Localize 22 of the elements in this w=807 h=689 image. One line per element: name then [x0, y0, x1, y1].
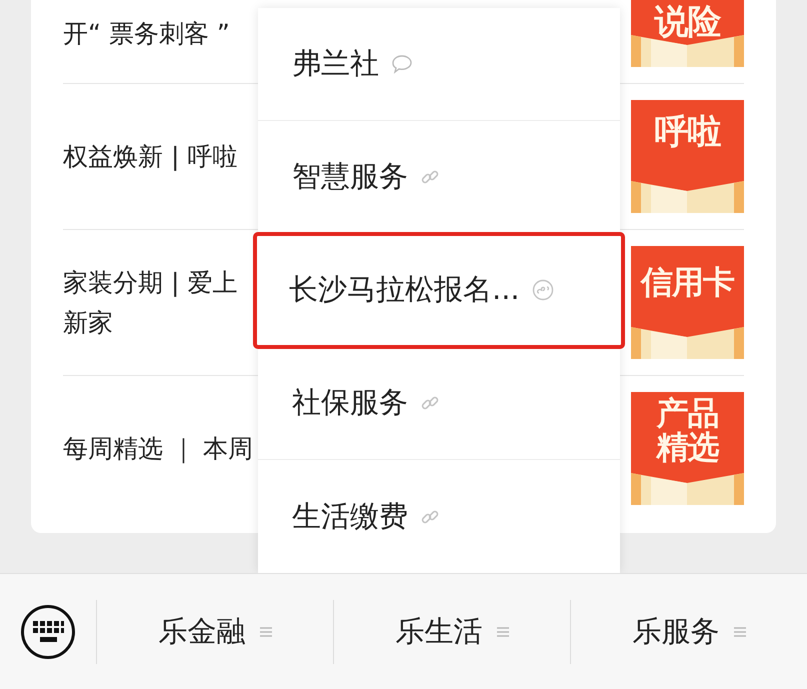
thumbnail-label: 产品精选 [655, 396, 720, 464]
menu-tab[interactable]: 乐生活 [333, 600, 570, 664]
menu-tab[interactable]: 乐金融 [96, 600, 333, 664]
thumbnail-label: 呼啦 [654, 114, 722, 150]
menu-item[interactable]: 社保服务 [258, 347, 620, 460]
menu-tab[interactable]: 乐服务 [570, 600, 807, 664]
keyboard-icon[interactable] [20, 604, 76, 660]
menu-item[interactable]: 弗兰社 [258, 8, 620, 121]
menu-icon [260, 626, 272, 638]
thumbnail-label: 信用卡 [639, 264, 736, 300]
menu-icon [496, 626, 508, 638]
menu-icon [734, 626, 746, 638]
thumbnail-label: 说险 [653, 4, 722, 40]
article-title[interactable]: 家装分期 | 爱上 新家 [63, 262, 238, 342]
chat-bubble-icon [391, 54, 413, 74]
menu-item[interactable]: 智慧服务 [258, 121, 620, 234]
mini-program-icon [532, 279, 554, 301]
article-title[interactable]: 每周精选 ｜ 本周 [63, 428, 253, 468]
menu-item[interactable]: 长沙马拉松报名... [255, 234, 623, 347]
article-title[interactable]: 权益焕新 | 呼啦 [63, 136, 238, 176]
article-title[interactable]: 开“ 票务刺客 ” [63, 14, 230, 54]
menu-item[interactable]: 生活缴费 [258, 460, 620, 573]
